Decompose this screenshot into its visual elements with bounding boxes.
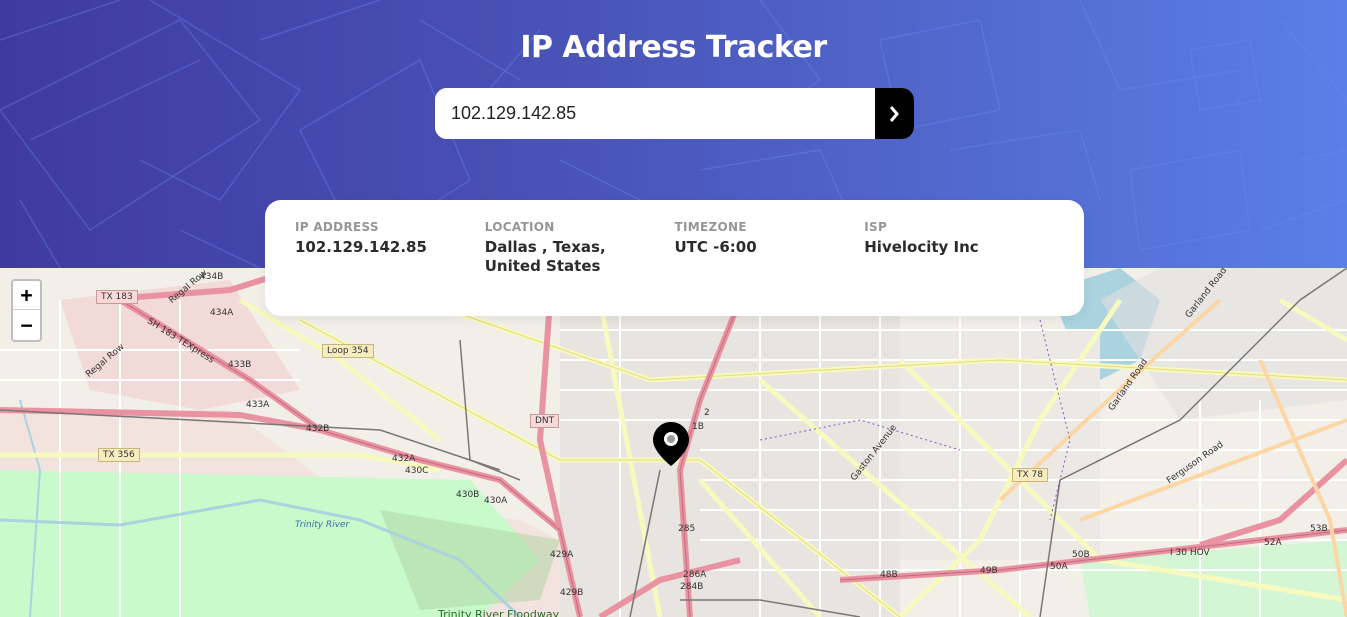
map-exit-53b: 53B [1310, 524, 1328, 534]
ip-address-section: IP ADDRESS 102.129.142.85 [295, 220, 485, 316]
map-exit-1b: 1B [692, 422, 704, 432]
map-exit-434a: 434A [210, 308, 234, 318]
ip-address-value: 102.129.142.85 [295, 238, 427, 256]
page-title: IP Address Tracker [520, 30, 827, 65]
chevron-right-icon [889, 105, 899, 122]
timezone-value: UTC -6:00 [674, 238, 757, 256]
map-shield-tx356: TX 356 [98, 448, 140, 462]
map-exit-433b: 433B [228, 360, 252, 370]
map-exit-430c: 430C [405, 466, 429, 476]
ip-info-card: IP ADDRESS 102.129.142.85 LOCATION Dalla… [265, 200, 1084, 316]
map-exit-434b: 434B [200, 272, 224, 282]
location-label: LOCATION [484, 220, 555, 234]
map-shield-dnt: DNT [530, 414, 560, 428]
isp-label: ISP [864, 220, 888, 234]
map-exit-2: 2 [704, 408, 710, 418]
map-exit-286a: 286A [683, 570, 707, 580]
map-exit-430a: 430A [484, 496, 508, 506]
map-view[interactable]: TX 183 Regal Row Regal Row SH 183 TEXpre… [0, 268, 1347, 617]
search-submit-button[interactable] [875, 88, 914, 139]
zoom-out-button[interactable]: − [13, 310, 40, 339]
map-exit-429b: 429B [560, 588, 584, 598]
map-exit-433a: 433A [246, 400, 270, 410]
map-exit-49b: 49B [980, 566, 998, 576]
ip-search-input[interactable] [435, 88, 875, 139]
map-label-trinity-river: Trinity River [295, 520, 350, 530]
location-section: LOCATION Dallas , Texas, United States [485, 220, 675, 316]
isp-value: Hivelocity Inc [864, 238, 979, 256]
map-exit-50b: 50B [1072, 550, 1090, 560]
map-exit-284b: 284B [680, 582, 704, 592]
ip-search-form [435, 88, 914, 139]
map-exit-430b: 430B [456, 490, 480, 500]
zoom-in-button[interactable]: + [13, 281, 40, 310]
map-shield-tx183: TX 183 [96, 290, 138, 304]
timezone-section: TIMEZONE UTC -6:00 [675, 220, 865, 316]
map-label-i30hov: I 30 HOV [1170, 548, 1210, 558]
map-exit-50a: 50A [1050, 562, 1068, 572]
location-value-line1: Dallas , Texas, [484, 238, 606, 256]
timezone-label: TIMEZONE [674, 220, 747, 234]
map-label-trinity-floodway: Trinity River Floodway [438, 608, 560, 617]
map-shield-loop354: Loop 354 [322, 344, 374, 358]
map-exit-285: 285 [678, 524, 696, 534]
ip-address-label: IP ADDRESS [295, 220, 379, 234]
map-exit-432a: 432A [392, 454, 416, 464]
map-exit-48b: 48B [880, 570, 898, 580]
map-pin-icon[interactable] [653, 422, 689, 466]
isp-section: ISP Hivelocity Inc [864, 220, 1054, 316]
map-exit-432b: 432B [306, 424, 330, 434]
map-zoom-control: + − [11, 279, 42, 342]
map-shield-tx78: TX 78 [1012, 468, 1048, 482]
location-value-line2: United States [484, 257, 601, 275]
map-exit-429a: 429A [550, 550, 574, 560]
map-exit-52a: 52A [1264, 538, 1282, 548]
